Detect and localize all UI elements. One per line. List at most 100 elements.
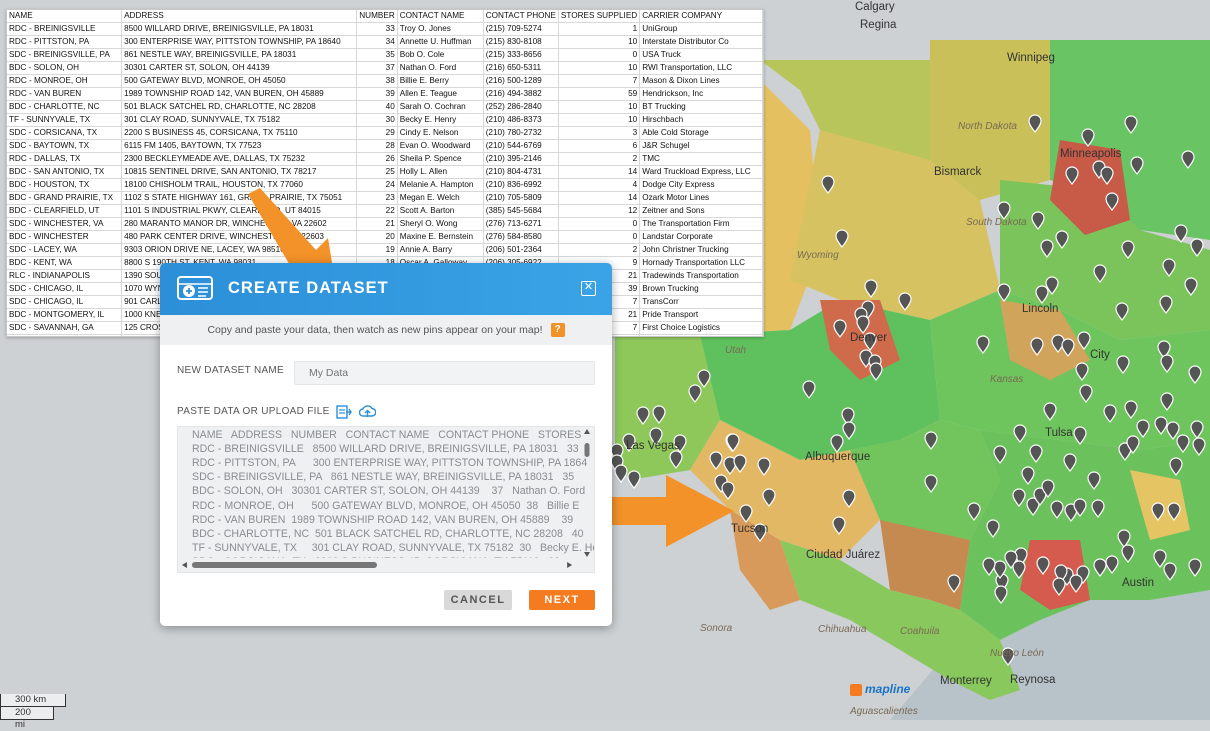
table-row[interactable]: BDC - WINCHESTER 480 PARK CENTER DRIVE, W… [7,230,763,244]
table-cell[interactable]: (216) 650-5311 [483,61,559,75]
table-cell[interactable]: 6115 FM 1405, BAYTOWN, TX 77523 [121,139,358,153]
table-cell[interactable]: (215) 830-8108 [483,35,559,49]
table-row[interactable]: SDC - BAYTOWN, TX 6115 FM 1405, BAYTOWN, … [7,139,763,153]
table-row[interactable]: BDC - CHARLOTTE, NC 501 BLACK SATCHEL RD,… [7,100,763,114]
table-cell[interactable]: Dodge City Express [639,178,763,192]
close-icon[interactable]: ✕ [581,281,596,296]
table-cell[interactable]: Landstar Corporate [639,230,763,244]
table-cell[interactable]: 2200 S BUSINESS 45, CORSICANA, TX 75110 [121,126,358,140]
table-cell[interactable]: RDC - PITTSTON, PA [7,35,123,49]
table-cell[interactable]: The Transportation Firm [639,217,763,231]
table-cell[interactable]: 28 [356,139,398,153]
table-row[interactable]: RDC - PITTSTON, PA 300 ENTERPRISE WAY, PI… [7,35,763,49]
table-cell[interactable]: BDC - MONTGOMERY, IL [7,308,123,322]
table-cell[interactable]: BDC - GRAND PRAIRIE, TX [7,191,123,205]
table-cell[interactable]: Pride Transport [639,308,763,322]
table-cell[interactable]: 4 [558,178,641,192]
table-row[interactable]: BDC - SAN ANTONIO, TX 10815 SENTINEL DRIV… [7,165,763,179]
table-cell[interactable]: 10 [558,100,641,114]
table-cell[interactable]: (216) 494-3882 [483,87,559,101]
table-cell[interactable]: John Christner Trucking [639,243,763,257]
table-row[interactable]: SDC - BREINIGSVILLE, PA 861 NESTLE WAY, B… [7,48,763,62]
table-cell[interactable]: (276) 713-6271 [483,217,559,231]
table-cell[interactable]: SDC - LACEY, WA [7,243,123,257]
table-cell[interactable]: 35 [356,48,398,62]
table-cell[interactable]: (252) 286-2840 [483,100,559,114]
table-cell[interactable]: RDC - DALLAS, TX [7,152,123,166]
table-cell[interactable]: 501 BLACK SATCHEL RD, CHARLOTTE, NC 2820… [121,100,358,114]
table-cell[interactable]: Interstate Distributor Co [639,35,763,49]
table-cell[interactable]: BDC - SAN ANTONIO, TX [7,165,123,179]
table-cell[interactable]: 24 [356,178,398,192]
table-cell[interactable]: (216) 500-1289 [483,74,559,88]
table-cell[interactable]: 1 [558,22,641,36]
table-cell[interactable]: 14 [558,165,641,179]
table-cell[interactable]: Evan O. Woodward [397,139,484,153]
cancel-button[interactable]: CANCEL [444,590,512,610]
table-cell[interactable]: Scott A. Barton [397,204,484,218]
column-header[interactable]: CONTACT NAME [397,10,484,23]
table-row[interactable]: SDC - WINCHESTER, VA 280 MARANTO MANOR DR… [7,217,763,231]
upload-cloud-icon[interactable] [359,404,376,419]
table-cell[interactable]: BT Trucking [639,100,763,114]
table-cell[interactable]: Cindy E. Nelson [397,126,484,140]
table-cell[interactable]: 33 [356,22,398,36]
table-cell[interactable]: Billie E. Berry [397,74,484,88]
table-cell[interactable]: 39 [356,87,398,101]
table-cell[interactable]: BDC - SOLON, OH [7,61,123,75]
table-cell[interactable]: Maxine E. Bernstein [397,230,484,244]
table-cell[interactable]: RLC - INDIANAPOLIS [7,269,123,283]
table-cell[interactable]: 0 [558,230,641,244]
table-cell[interactable]: 2300 BECKLEYMEADE AVE, DALLAS, TX 75232 [121,152,358,166]
table-cell[interactable]: (210) 705-5809 [483,191,559,205]
table-cell[interactable]: Annie A. Barry [397,243,484,257]
table-cell[interactable]: 19 [356,243,398,257]
table-cell[interactable]: Allen E. Teague [397,87,484,101]
table-cell[interactable]: Melanie A. Hampton [397,178,484,192]
table-cell[interactable]: 12 [558,204,641,218]
table-cell[interactable]: 22 [356,204,398,218]
table-cell[interactable]: USA Truck [639,48,763,62]
table-cell[interactable]: 30301 CARTER ST, SOLON, OH 44139 [121,61,358,75]
table-row[interactable]: RDC - VAN BUREN 1989 TOWNSHIP ROAD 142, V… [7,87,763,101]
help-icon[interactable]: ? [550,323,565,338]
table-cell[interactable]: Sheryl O. Wong [397,217,484,231]
table-cell[interactable]: Sheila P. Spence [397,152,484,166]
table-cell[interactable]: Hornady Transportation LLC [639,256,763,270]
table-cell[interactable]: Annette U. Huffman [397,35,484,49]
table-cell[interactable]: RLC - MCDONOUGH [7,334,123,336]
table-cell[interactable]: 37 [356,61,398,75]
table-row[interactable]: BDC - HOUSTON, TX 18100 CHISHOLM TRAIL, H… [7,178,763,192]
table-cell[interactable]: 861 NESTLE WAY, BREINIGSVILLE, PA 18031 [121,48,358,62]
table-cell[interactable]: SDC - SAVANNAH, GA [7,321,123,335]
table-cell[interactable]: Holly L. Allen [397,165,484,179]
table-cell[interactable]: 10815 SENTINEL DRIVE, SAN ANTONIO, TX 78… [121,165,358,179]
table-cell[interactable]: UniGroup [639,22,763,36]
table-cell[interactable]: Sarah O. Cochran [397,100,484,114]
column-header[interactable]: NUMBER [356,10,398,23]
table-cell[interactable]: (276) 584-8580 [483,230,559,244]
vertical-scrollbar[interactable] [583,429,591,557]
table-cell[interactable]: Zeitner and Sons [639,204,763,218]
table-cell[interactable]: Hirschbach [639,113,763,127]
table-cell[interactable]: BDC - CHARLOTTE, NC [7,100,123,114]
table-cell[interactable]: TMC [639,152,763,166]
dataset-name-input[interactable] [294,361,595,385]
table-cell[interactable]: 301 CLAY ROAD, SUNNYVALE, TX 75182 [121,113,358,127]
table-cell[interactable]: Brown Trucking [639,282,763,296]
table-cell[interactable]: 2 [558,152,641,166]
table-cell[interactable]: (385) 545-5684 [483,204,559,218]
table-cell[interactable]: (206) 501-2364 [483,243,559,257]
table-cell[interactable]: (210) 780-2732 [483,126,559,140]
table-cell[interactable]: (210) 395-2146 [483,152,559,166]
table-cell[interactable]: RWI Transportation, LLC [639,61,763,75]
table-cell[interactable]: 10 [558,61,641,75]
table-cell[interactable]: SDC - CHICAGO, IL [7,282,123,296]
table-cell[interactable]: 30 [356,113,398,127]
table-cell[interactable]: 40 [356,100,398,114]
table-row[interactable]: TF - SUNNYVALE, TX 301 CLAY ROAD, SUNNYVA… [7,113,763,127]
create-dataset-dialog[interactable]: CREATE DATASET ✕ Copy and paste your dat… [160,263,612,626]
table-cell[interactable]: TF - SUNNYVALE, TX [7,113,123,127]
horizontal-scrollbar[interactable] [178,558,594,572]
table-cell[interactable]: Nathan O. Ford [397,61,484,75]
